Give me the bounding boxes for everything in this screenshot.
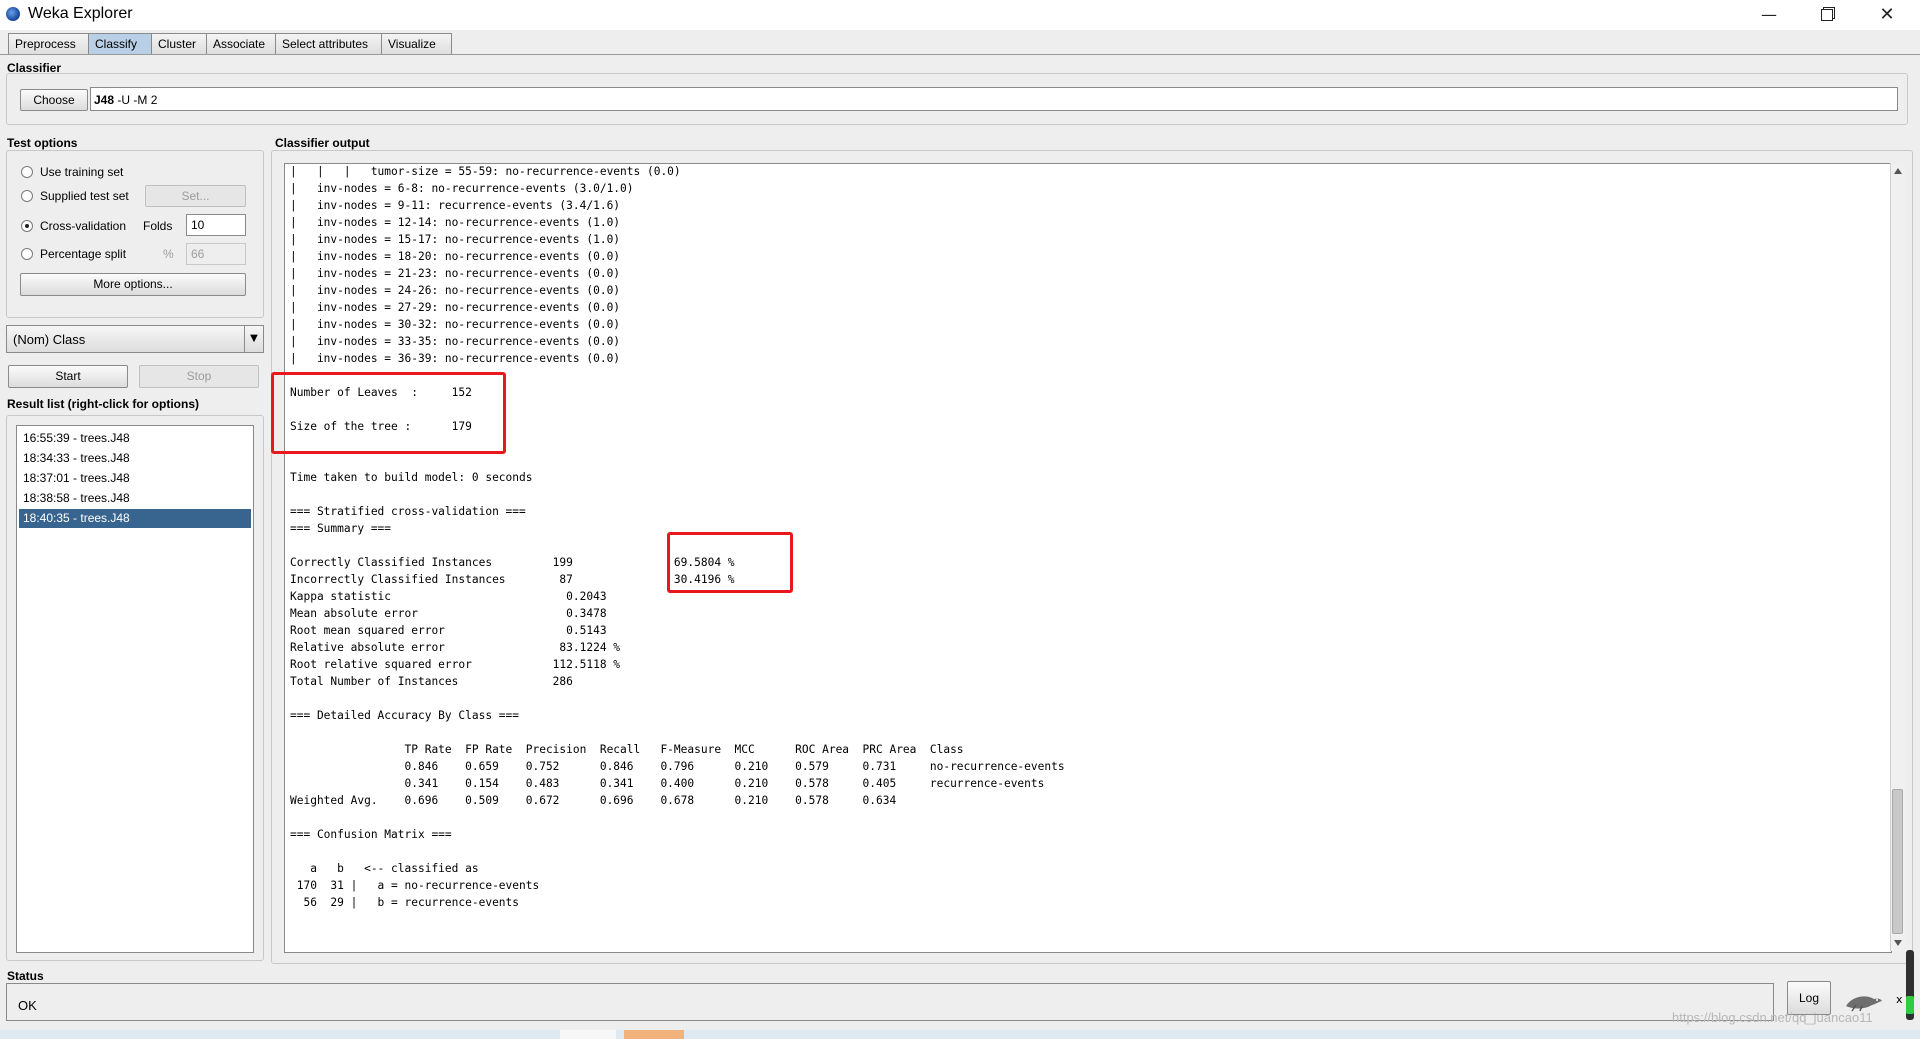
scroll-thumb[interactable] bbox=[1892, 789, 1903, 934]
use-training-set-label: Use training set bbox=[40, 165, 124, 179]
tab-select-attributes[interactable]: Select attributes bbox=[275, 33, 385, 54]
result-list-item-selected[interactable]: 18:40:35 - trees.J48 bbox=[19, 509, 251, 528]
status-section-label: Status bbox=[7, 969, 44, 983]
weka-bird-icon[interactable] bbox=[1842, 990, 1884, 1012]
tab-visualize[interactable]: Visualize bbox=[381, 33, 452, 54]
close-button[interactable]: ✕ bbox=[1858, 0, 1916, 30]
result-list-item[interactable]: 18:34:33 - trees.J48 bbox=[19, 449, 251, 468]
cross-validation-radio[interactable] bbox=[21, 220, 33, 232]
classifier-name: J48 bbox=[94, 93, 115, 107]
supplied-test-set-label: Supplied test set bbox=[40, 189, 129, 203]
tab-associate[interactable]: Associate bbox=[206, 33, 279, 54]
result-list-item[interactable]: 18:38:58 - trees.J48 bbox=[19, 489, 251, 508]
result-list-item[interactable]: 18:37:01 - trees.J48 bbox=[19, 469, 251, 488]
classifier-output-textarea[interactable]: | | | tumor-size = 55-59: no-recurrence-… bbox=[284, 163, 1892, 953]
status-bar bbox=[6, 983, 1774, 1021]
scroll-down-icon[interactable] bbox=[1894, 940, 1902, 946]
tab-preprocess[interactable]: Preprocess bbox=[8, 33, 95, 54]
output-vertical-scrollbar[interactable] bbox=[1890, 163, 1905, 951]
taskbar-item-active[interactable] bbox=[624, 1030, 684, 1039]
title-bar: Weka Explorer — ✕ bbox=[0, 0, 1920, 30]
chevron-down-icon: ▼ bbox=[244, 326, 263, 352]
folds-label: Folds bbox=[143, 219, 173, 233]
percentage-split-label: Percentage split bbox=[40, 247, 127, 261]
start-button[interactable]: Start bbox=[8, 365, 128, 388]
tab-classify[interactable]: Classify bbox=[88, 33, 154, 54]
choose-button[interactable]: Choose bbox=[20, 89, 88, 111]
taskbar-strip bbox=[0, 1030, 1920, 1039]
scroll-up-icon[interactable] bbox=[1894, 168, 1902, 174]
use-training-set-radio[interactable] bbox=[21, 166, 33, 178]
more-options-button[interactable]: More options... bbox=[20, 273, 246, 296]
cross-validation-label: Cross-validation bbox=[40, 219, 127, 233]
weka-logo-icon bbox=[6, 7, 20, 21]
tab-cluster[interactable]: Cluster bbox=[151, 33, 210, 54]
restore-icon bbox=[1821, 9, 1833, 21]
percentage-split-radio[interactable] bbox=[21, 248, 33, 260]
highlight-accuracy bbox=[667, 532, 793, 593]
classifier-config-field[interactable]: J48 -U -M 2 bbox=[90, 87, 1898, 111]
result-list: 16:55:39 - trees.J48 18:34:33 - trees.J4… bbox=[16, 425, 254, 953]
stop-button[interactable]: Stop bbox=[139, 365, 259, 388]
taskbar-item[interactable] bbox=[560, 1030, 616, 1039]
class-attribute-value: (Nom) Class bbox=[13, 332, 86, 347]
memory-indicator-fill bbox=[1906, 996, 1914, 1014]
maximize-button[interactable] bbox=[1798, 0, 1856, 30]
set-button[interactable]: Set... bbox=[145, 185, 246, 207]
highlight-tree-size bbox=[271, 372, 506, 454]
test-options-section-label: Test options bbox=[7, 136, 78, 150]
window-title: Weka Explorer bbox=[28, 5, 133, 22]
percent-symbol: % bbox=[163, 247, 174, 261]
status-text: OK bbox=[18, 998, 37, 1013]
classifier-options: -U -M 2 bbox=[114, 93, 158, 107]
result-list-section-label: Result list (right-click for options) bbox=[7, 397, 200, 411]
minimize-button[interactable]: — bbox=[1740, 0, 1798, 30]
percent-input[interactable]: 66 bbox=[186, 243, 246, 265]
class-attribute-select[interactable]: (Nom) Class ▼ bbox=[6, 325, 264, 353]
result-list-item[interactable]: 16:55:39 - trees.J48 bbox=[19, 429, 251, 448]
folds-input[interactable]: 10 bbox=[186, 214, 246, 236]
classifier-output-section-label: Classifier output bbox=[275, 136, 370, 150]
watermark: https://blog.csdn.net/qq_juancao11 bbox=[1672, 1010, 1873, 1025]
supplied-test-set-radio[interactable] bbox=[21, 190, 33, 202]
tab-divider bbox=[0, 54, 1920, 55]
